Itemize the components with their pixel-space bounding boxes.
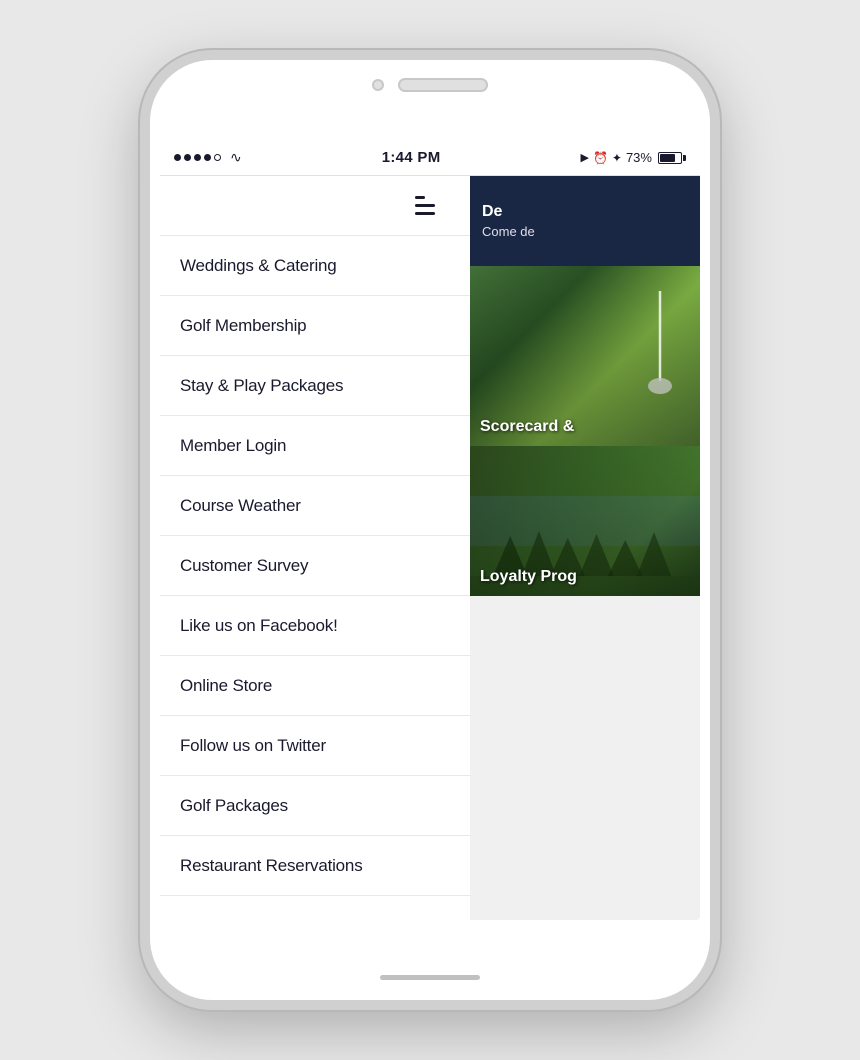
right-top-blue-section: De Come de xyxy=(470,176,700,266)
screen-content: Weddings & Catering Golf Membership Stay… xyxy=(160,176,700,920)
menu-item-golf-membership[interactable]: Golf Membership xyxy=(160,296,470,356)
hamburger-line-1 xyxy=(415,196,425,199)
scorecard-image-section: Scorecard & xyxy=(470,266,700,446)
speaker-grille xyxy=(398,78,488,92)
menu-panel: Weddings & Catering Golf Membership Stay… xyxy=(160,176,470,920)
signal-dot-3 xyxy=(194,154,201,161)
front-camera xyxy=(372,79,384,91)
hamburger-line-3 xyxy=(415,212,435,215)
signal-dot-2 xyxy=(184,154,191,161)
golf-club-icon xyxy=(640,286,680,406)
hamburger-icon xyxy=(415,196,435,215)
hamburger-menu-button[interactable] xyxy=(400,176,450,236)
battery-percent: 73% xyxy=(626,150,652,165)
battery-icon xyxy=(658,152,686,164)
alarm-icon: ⏰ xyxy=(593,151,608,165)
menu-header xyxy=(160,176,470,236)
home-bar[interactable] xyxy=(380,975,480,980)
menu-item-facebook[interactable]: Like us on Facebook! xyxy=(160,596,470,656)
loyalty-label: Loyalty Prog xyxy=(480,568,577,586)
hamburger-line-2 xyxy=(415,204,435,207)
right-top-subtitle: Come de xyxy=(482,224,688,239)
phone-top-bar xyxy=(372,78,488,92)
content-panel: De Come de Scorecard & xyxy=(470,176,700,920)
location-icon: ▶ xyxy=(580,151,588,164)
phone-mockup: ∿ 1:44 PM ▶ ⏰ ✦ 73% xyxy=(140,50,720,1010)
scorecard-label: Scorecard & xyxy=(480,418,574,435)
menu-item-twitter[interactable]: Follow us on Twitter xyxy=(160,716,470,776)
signal-dot-5 xyxy=(214,154,221,161)
signal-dot-1 xyxy=(174,154,181,161)
menu-item-customer-survey[interactable]: Customer Survey xyxy=(160,536,470,596)
signal-dot-4 xyxy=(204,154,211,161)
menu-item-weddings[interactable]: Weddings & Catering xyxy=(160,236,470,296)
status-bar: ∿ 1:44 PM ▶ ⏰ ✦ 73% xyxy=(160,140,700,176)
menu-item-online-store[interactable]: Online Store xyxy=(160,656,470,716)
menu-item-restaurant[interactable]: Restaurant Reservations xyxy=(160,836,470,896)
bluetooth-icon: ✦ xyxy=(612,151,622,165)
wifi-icon: ∿ xyxy=(230,149,242,166)
menu-item-course-weather[interactable]: Course Weather xyxy=(160,476,470,536)
signal-bars xyxy=(174,154,221,161)
loyalty-image-section: Loyalty Prog xyxy=(470,446,700,596)
right-top-title: De xyxy=(482,203,688,221)
phone-screen: ∿ 1:44 PM ▶ ⏰ ✦ 73% xyxy=(160,140,700,920)
menu-item-golf-packages[interactable]: Golf Packages xyxy=(160,776,470,836)
phone-body: ∿ 1:44 PM ▶ ⏰ ✦ 73% xyxy=(140,50,720,1010)
menu-item-member-login[interactable]: Member Login xyxy=(160,416,470,476)
menu-item-stay-play[interactable]: Stay & Play Packages xyxy=(160,356,470,416)
status-time: 1:44 PM xyxy=(382,149,441,166)
status-left: ∿ xyxy=(174,149,242,166)
status-right: ▶ ⏰ ✦ 73% xyxy=(580,150,686,165)
